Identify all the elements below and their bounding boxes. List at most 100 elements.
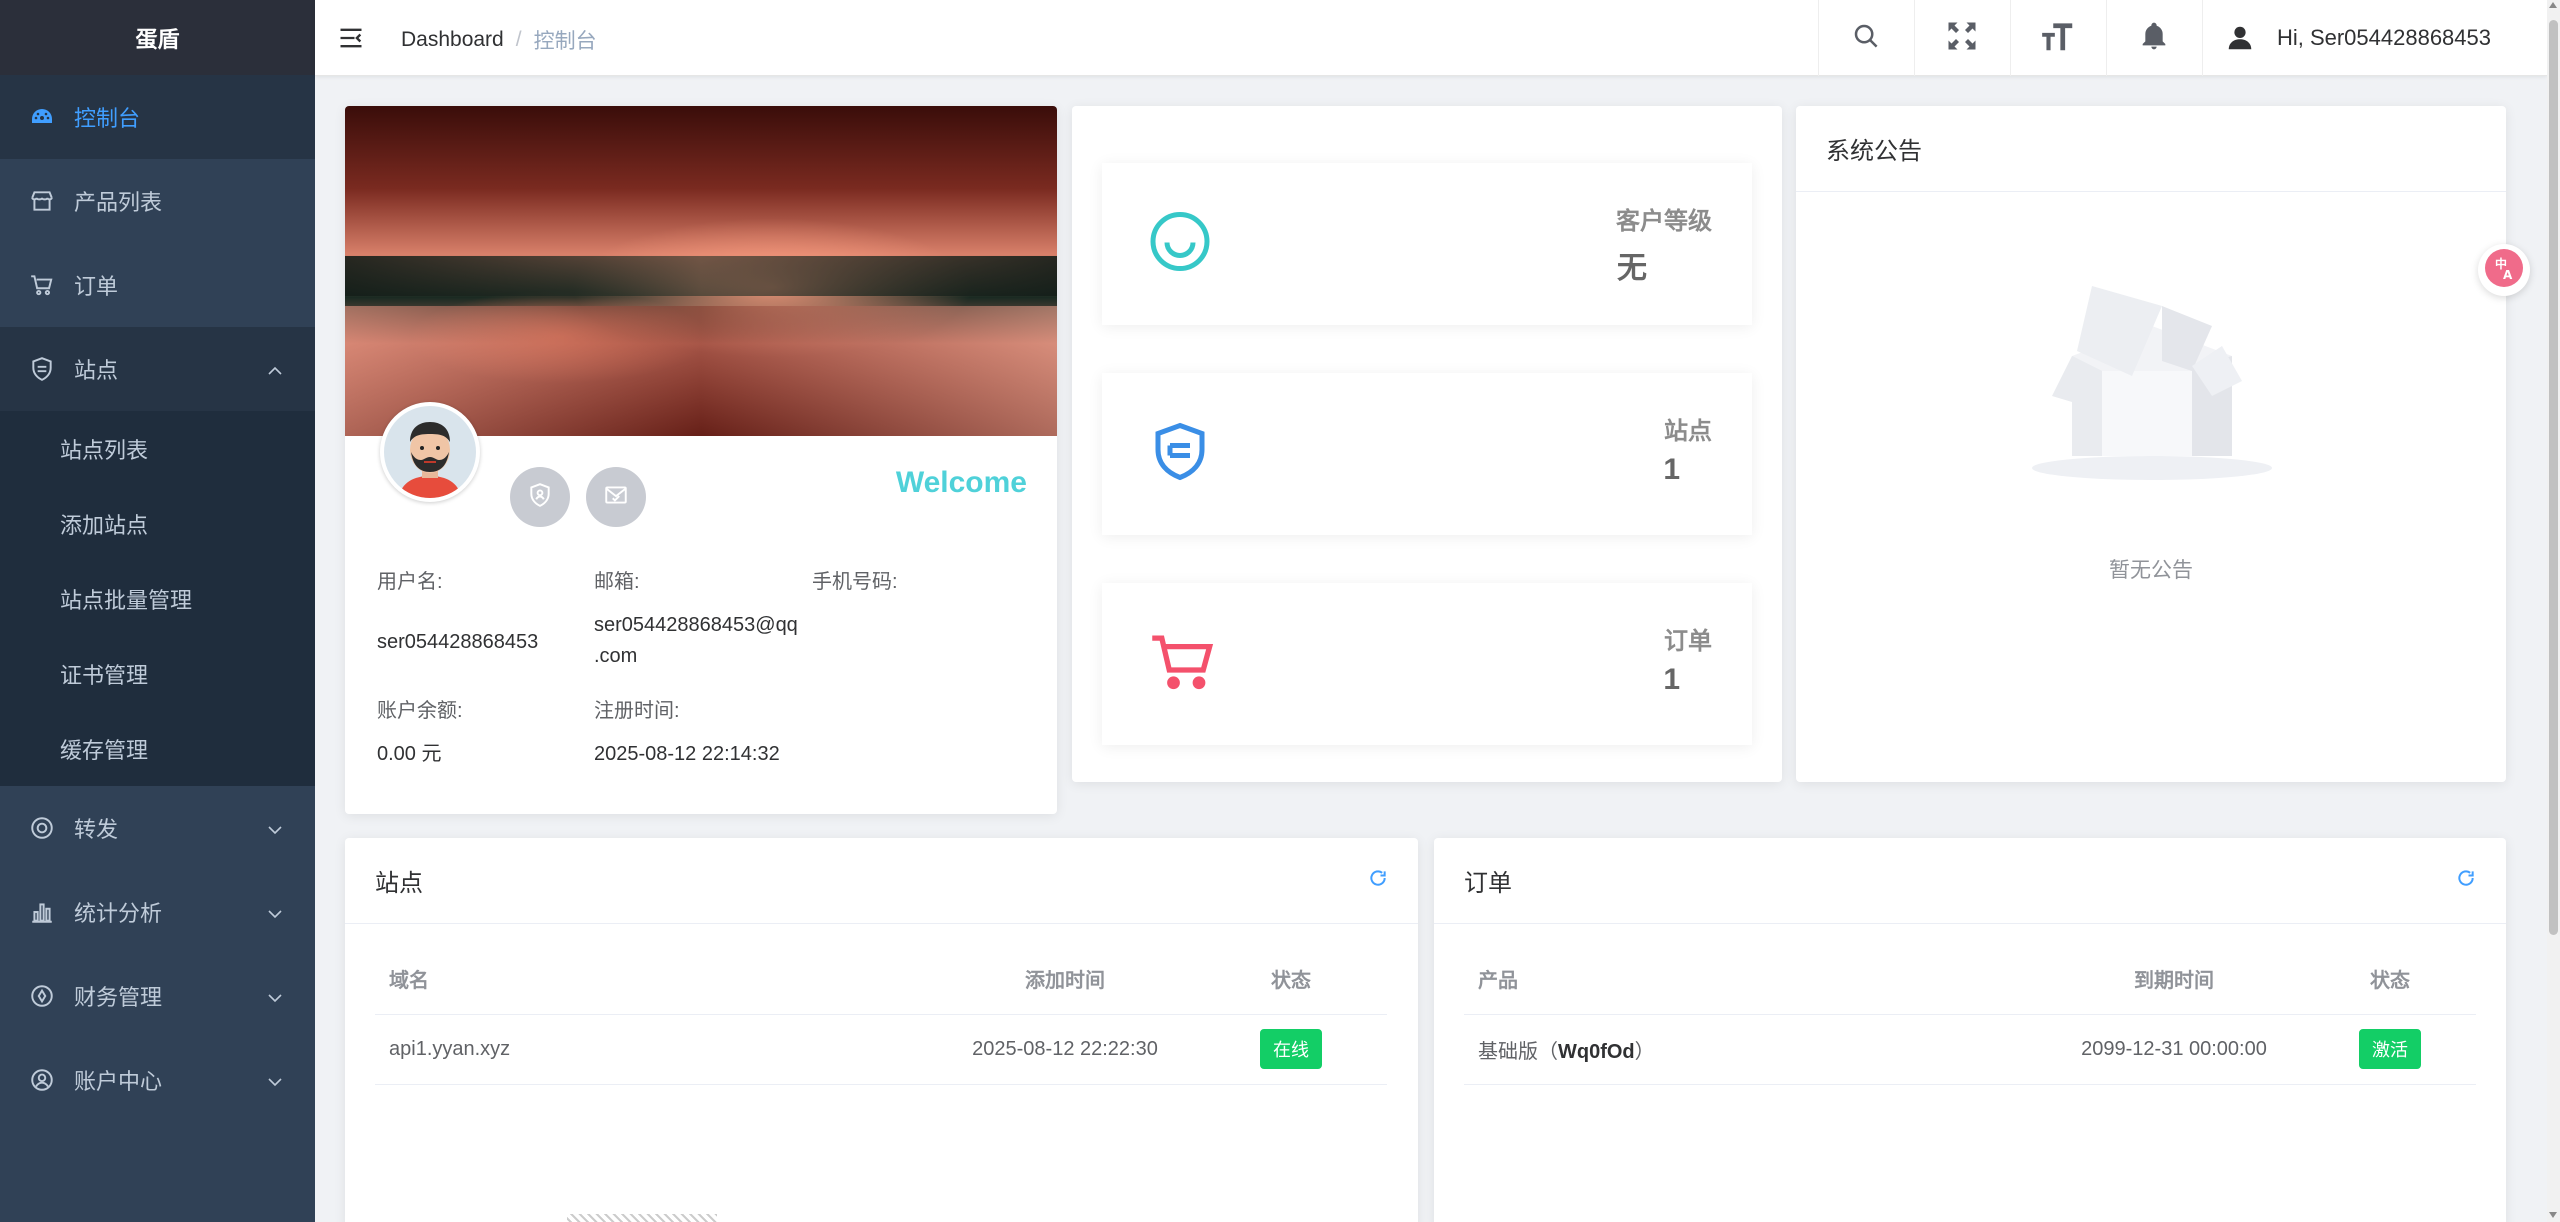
orders-table: 产品 到期时间 状态 基础版（Wq0fOd） 2099-12-31 00:00:… bbox=[1464, 944, 2476, 1085]
sidebar-item-label: 账户中心 bbox=[74, 1069, 163, 1094]
page-scrollbar[interactable] bbox=[2547, 0, 2560, 1222]
translate-icon: 中A bbox=[2484, 248, 2524, 293]
sidebar: 蛋盾 控制台 产品列表 订单 站点 站点列表 添加站点 站点批量管理 证书管理 … bbox=[0, 0, 315, 1222]
stat-value: 1 bbox=[1663, 663, 1680, 696]
status-badge: 激活 bbox=[2359, 1029, 2421, 1069]
user-menu[interactable]: Hi, Ser054428868453 bbox=[2201, 0, 2547, 76]
table-row[interactable]: 基础版（Wq0fOd） 2099-12-31 00:00:00 激活 bbox=[1464, 1014, 2476, 1085]
sidebar-item-account[interactable]: 账户中心 bbox=[0, 1038, 315, 1122]
product-code: Wq0fOd bbox=[1558, 1040, 1635, 1063]
notice-title: 系统公告 bbox=[1796, 106, 2506, 192]
column-header-status[interactable]: 状态 bbox=[2304, 944, 2476, 1015]
column-header-status[interactable]: 状态 bbox=[1195, 944, 1387, 1015]
mail-check-icon bbox=[603, 482, 629, 513]
chevron-up-icon bbox=[267, 356, 283, 382]
sites-table: 域名 添加时间 状态 api1.yyan.xyz 2025-08-12 22:2… bbox=[375, 944, 1387, 1085]
sidebar-item-sites[interactable]: 站点 bbox=[0, 327, 315, 411]
product-cell[interactable]: 基础版（Wq0fOd） bbox=[1464, 1014, 2044, 1085]
translate-button[interactable]: 中A bbox=[2478, 244, 2530, 296]
submenu-item-add-site[interactable]: 添加站点 bbox=[0, 486, 315, 561]
bell-icon bbox=[2138, 20, 2170, 57]
verify-identity-button[interactable] bbox=[510, 467, 570, 527]
sidebar-item-finance[interactable]: 财务管理 bbox=[0, 954, 315, 1038]
scroll-indicator bbox=[567, 1214, 717, 1222]
sidebar-item-products[interactable]: 产品列表 bbox=[0, 159, 315, 243]
table-header-row: 产品 到期时间 状态 bbox=[1464, 944, 2476, 1015]
compass-icon bbox=[28, 982, 56, 1010]
scroll-up-arrow[interactable] bbox=[2549, 2, 2557, 8]
table-row[interactable]: api1.yyan.xyz 2025-08-12 22:22:30 在线 bbox=[375, 1014, 1387, 1085]
notice-card: 系统公告 暂无公告 bbox=[1796, 106, 2506, 782]
search-button[interactable] bbox=[1817, 0, 1914, 76]
stat-title: 客户等级 bbox=[1616, 208, 1712, 235]
notification-button[interactable] bbox=[2105, 0, 2202, 76]
brand-logo[interactable]: 蛋盾 bbox=[0, 0, 315, 75]
submenu-item-certificates[interactable]: 证书管理 bbox=[0, 636, 315, 711]
stat-card-orders[interactable]: 订单 1 bbox=[1102, 583, 1752, 745]
text-size-icon bbox=[2039, 17, 2077, 60]
stat-title: 站点 bbox=[1664, 418, 1712, 445]
stat-card-level[interactable]: 客户等级 无 bbox=[1102, 163, 1752, 325]
email-value-line2: .com bbox=[594, 645, 638, 667]
sites-card-title: 站点 bbox=[375, 870, 423, 897]
user-circle-icon bbox=[28, 1066, 56, 1094]
fullscreen-button[interactable] bbox=[1913, 0, 2010, 76]
sites-card-header: 站点 bbox=[345, 838, 1418, 924]
submenu-item-cache[interactable]: 缓存管理 bbox=[0, 711, 315, 786]
shield-site-icon bbox=[1148, 420, 1212, 489]
sidebar-item-stats[interactable]: 统计分析 bbox=[0, 870, 315, 954]
scroll-down-arrow[interactable] bbox=[2549, 1212, 2557, 1218]
table-header-row: 域名 添加时间 状态 bbox=[375, 944, 1387, 1015]
status-badge: 在线 bbox=[1260, 1029, 1322, 1069]
breadcrumb: Dashboard / 控制台 bbox=[401, 25, 597, 55]
registered-label: 注册时间: bbox=[594, 700, 680, 722]
column-header-domain[interactable]: 域名 bbox=[375, 944, 935, 1015]
added-time-cell: 2025-08-12 22:22:30 bbox=[935, 1014, 1195, 1085]
stat-card-sites[interactable]: 站点 1 bbox=[1102, 373, 1752, 535]
profile-banner-image bbox=[345, 106, 1057, 436]
verify-email-button[interactable] bbox=[586, 467, 646, 527]
orders-card-title: 订单 bbox=[1464, 870, 1512, 897]
breadcrumb-current: 控制台 bbox=[533, 30, 597, 53]
hamburger-icon[interactable] bbox=[337, 24, 365, 52]
stat-title: 订单 bbox=[1664, 628, 1712, 655]
sidebar-item-label: 站点 bbox=[74, 358, 119, 383]
svg-text:A: A bbox=[2503, 268, 2513, 282]
submenu-item-bulk-manage[interactable]: 站点批量管理 bbox=[0, 561, 315, 636]
breadcrumb-home[interactable]: Dashboard bbox=[401, 28, 504, 52]
column-header-added-time[interactable]: 添加时间 bbox=[935, 944, 1195, 1015]
username-label: 用户名: bbox=[377, 571, 443, 593]
domain-cell[interactable]: api1.yyan.xyz bbox=[375, 1014, 935, 1085]
cart-icon bbox=[1148, 628, 1216, 701]
submenu-item-site-list[interactable]: 站点列表 bbox=[0, 411, 315, 486]
product-suffix: ） bbox=[1634, 1040, 1655, 1063]
email-label: 邮箱: bbox=[594, 571, 640, 593]
username-value: ser054428868453 bbox=[377, 631, 539, 653]
status-cell: 激活 bbox=[2304, 1014, 2476, 1085]
stat-value: 1 bbox=[1663, 453, 1680, 486]
top-navbar: Dashboard / 控制台 Hi, Ser054428868453 bbox=[315, 0, 2547, 76]
sidebar-item-orders[interactable]: 订单 bbox=[0, 243, 315, 327]
scroll-thumb[interactable] bbox=[2549, 20, 2558, 935]
chevron-down-icon bbox=[267, 815, 283, 841]
chevron-down-icon bbox=[267, 899, 283, 925]
bar-chart-icon bbox=[28, 898, 56, 926]
column-header-product[interactable]: 产品 bbox=[1464, 944, 2044, 1015]
column-header-expires[interactable]: 到期时间 bbox=[2044, 944, 2304, 1015]
refresh-icon[interactable] bbox=[2456, 867, 2476, 895]
balance-value: 0.00 元 bbox=[377, 743, 442, 765]
email-value-line1: ser054428868453@qq bbox=[594, 614, 798, 636]
sidebar-item-forward[interactable]: 转发 bbox=[0, 786, 315, 870]
search-icon bbox=[1851, 21, 1881, 56]
stat-value: 无 bbox=[1617, 252, 1647, 285]
welcome-text: Welcome bbox=[895, 466, 1027, 499]
header-actions: Hi, Ser054428868453 bbox=[1817, 0, 2547, 76]
sites-card: 站点 域名 添加时间 状态 api1.yyan.xyz 2025-08-12 2… bbox=[345, 838, 1418, 1222]
expires-cell: 2099-12-31 00:00:00 bbox=[2044, 1014, 2304, 1085]
chevron-down-icon bbox=[267, 1067, 283, 1093]
sites-submenu: 站点列表 添加站点 站点批量管理 证书管理 缓存管理 bbox=[0, 411, 315, 786]
sidebar-item-dashboard[interactable]: 控制台 bbox=[0, 75, 315, 159]
font-size-button[interactable] bbox=[2009, 0, 2106, 76]
profile-card: Welcome 用户名: 邮箱: 手机号码: ser054428868453 s… bbox=[345, 106, 1057, 814]
refresh-icon[interactable] bbox=[1368, 867, 1388, 895]
